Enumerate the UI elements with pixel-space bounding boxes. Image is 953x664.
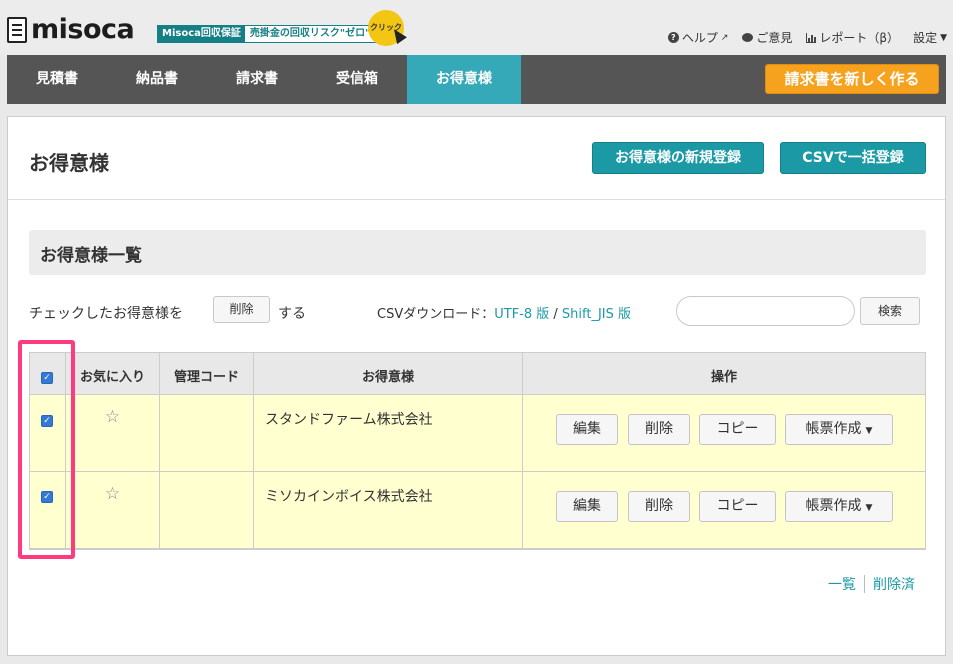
- table-row: ✓ ☆ ミソカインボイス株式会社 編集 削除 コピー 帳票作成 ▼: [30, 472, 925, 549]
- header-links: ? ヘルプ ↗ ご意見 レポート（β） 設定 ▼: [667, 29, 947, 46]
- bulk-delete-button[interactable]: 削除: [213, 296, 270, 323]
- feedback-label: ご意見: [756, 31, 793, 45]
- actions-cell: 編集 削除 コピー 帳票作成 ▼: [523, 472, 925, 548]
- footer-links: 一覧 削除済: [828, 574, 915, 594]
- client-name[interactable]: スタンドファーム株式会社: [265, 409, 433, 429]
- misoca-logo[interactable]: misoca: [7, 14, 135, 45]
- list-link[interactable]: 一覧: [828, 574, 856, 594]
- header-client: お得意様: [254, 353, 523, 394]
- tab-inbox[interactable]: 受信箱: [307, 55, 407, 104]
- csv-download-label: CSVダウンロード：: [377, 307, 495, 322]
- help-link[interactable]: ? ヘルプ ↗: [667, 29, 729, 46]
- table-header: ✓ お気に入り 管理コード お得意様 操作: [30, 353, 925, 395]
- help-label: ヘルプ: [681, 31, 718, 45]
- create-document-dropdown[interactable]: 帳票作成 ▼: [785, 491, 893, 522]
- csv-utf8-link[interactable]: UTF-8 版: [494, 307, 549, 322]
- header-favorite: お気に入り: [66, 353, 160, 394]
- caret-down-icon: ▼: [865, 503, 873, 513]
- promo-tagline: 売掛金の回収リスク"ゼロ": [244, 26, 376, 42]
- logo-text: misoca: [31, 14, 135, 45]
- code-cell: [160, 472, 254, 548]
- client-cell: ミソカインボイス株式会社: [254, 472, 523, 548]
- create-document-dropdown[interactable]: 帳票作成 ▼: [785, 414, 893, 445]
- link-separator: [864, 575, 865, 593]
- edit-button[interactable]: 編集: [556, 414, 618, 445]
- comment-icon: [742, 33, 754, 42]
- feedback-link[interactable]: ご意見: [742, 29, 792, 46]
- client-name[interactable]: ミソカインボイス株式会社: [265, 486, 433, 506]
- section-title: お得意様一覧: [40, 246, 142, 266]
- create-invoice-button[interactable]: 請求書を新しく作る: [765, 64, 939, 94]
- favorite-cell: ☆: [66, 395, 160, 471]
- copy-button[interactable]: コピー: [699, 491, 776, 522]
- delete-button[interactable]: 削除: [628, 491, 690, 522]
- question-icon: ?: [667, 32, 679, 43]
- checkbox-column-highlight: [18, 340, 75, 559]
- tab-estimates[interactable]: 見積書: [7, 55, 107, 104]
- promo-service: Misoca回収保証: [158, 26, 245, 42]
- caret-down-icon: ▼: [940, 32, 947, 43]
- header-code: 管理コード: [160, 353, 254, 394]
- deleted-link[interactable]: 削除済: [873, 574, 915, 594]
- star-icon[interactable]: ☆: [66, 407, 159, 427]
- promo-banner[interactable]: Misoca回収保証 売掛金の回収リスク"ゼロ": [157, 25, 377, 43]
- tab-delivery-notes[interactable]: 納品書: [107, 55, 207, 104]
- tab-clients[interactable]: お得意様: [407, 55, 521, 104]
- report-label: レポート（β）: [819, 31, 900, 45]
- star-icon[interactable]: ☆: [66, 484, 159, 504]
- create-document-label: 帳票作成: [805, 421, 862, 437]
- header-actions: 操作: [710, 370, 737, 385]
- settings-label: 設定: [913, 31, 938, 45]
- bulk-action-suffix: する: [278, 306, 306, 322]
- csv-download: CSVダウンロード：UTF-8 版 / Shift_JIS 版: [377, 303, 631, 322]
- edit-button[interactable]: 編集: [556, 491, 618, 522]
- divider: [8, 199, 945, 200]
- external-link-icon: ↗: [720, 32, 729, 43]
- tab-invoices[interactable]: 請求書: [207, 55, 307, 104]
- create-document-label: 帳票作成: [805, 498, 862, 514]
- csv-sjis-link[interactable]: Shift_JIS 版: [562, 307, 631, 322]
- section-header: お得意様一覧: [29, 230, 926, 275]
- csv-separator: /: [549, 307, 562, 322]
- bar-chart-icon: [806, 32, 817, 43]
- new-client-button[interactable]: お得意様の新規登録: [592, 142, 764, 174]
- page-title: お得意様: [29, 151, 109, 175]
- favorite-cell: ☆: [66, 472, 160, 548]
- caret-down-icon: ▼: [865, 426, 873, 436]
- clients-table: ✓ お気に入り 管理コード お得意様 操作 ✓ ☆ スタンドファーム株式会社 編…: [29, 352, 926, 550]
- report-link[interactable]: レポート（β）: [806, 29, 899, 46]
- top-header: misoca Misoca回収保証 売掛金の回収リスク"ゼロ" クリック ? ヘ…: [0, 0, 953, 55]
- document-icon: [7, 16, 27, 43]
- bulk-action-prefix: チェックしたお得意様を: [29, 306, 183, 322]
- actions-cell: 編集 削除 コピー 帳票作成 ▼: [523, 395, 925, 471]
- search-button[interactable]: 検索: [860, 297, 920, 325]
- table-row: ✓ ☆ スタンドファーム株式会社 編集 削除 コピー 帳票作成 ▼: [30, 395, 925, 472]
- delete-button[interactable]: 削除: [628, 414, 690, 445]
- csv-import-button[interactable]: CSVで一括登録: [780, 142, 926, 174]
- search-input[interactable]: [676, 296, 855, 326]
- main-nav: 見積書 納品書 請求書 受信箱 お得意様 請求書を新しく作る: [7, 55, 946, 104]
- client-cell: スタンドファーム株式会社: [254, 395, 523, 471]
- copy-button[interactable]: コピー: [699, 414, 776, 445]
- settings-menu[interactable]: 設定 ▼: [913, 29, 947, 46]
- clients-panel: お得意様 お得意様の新規登録 CSVで一括登録 お得意様一覧 チェックしたお得意…: [7, 116, 946, 656]
- code-cell: [160, 395, 254, 471]
